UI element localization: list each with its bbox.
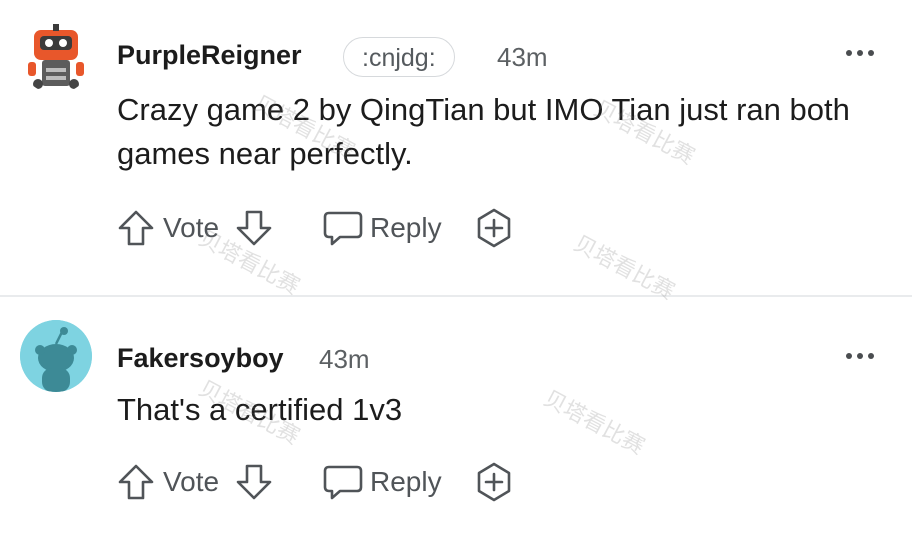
comment-1: PurpleReigner :cnjdg: 43m Crazy game 2 b… — [0, 0, 912, 296]
downvote-arrow-icon — [236, 464, 272, 500]
reply-button[interactable]: Reply — [322, 462, 442, 502]
comment-divider — [0, 295, 912, 297]
comment-body: Crazy game 2 by QingTian but IMO Tian ju… — [117, 92, 850, 171]
comment-body: That's a certified 1v3 — [117, 392, 403, 427]
user-avatar-snoo[interactable] — [20, 320, 92, 392]
downvote-button[interactable] — [235, 462, 273, 502]
award-button[interactable] — [473, 462, 515, 502]
more-options-icon[interactable] — [842, 46, 878, 60]
user-avatar-robot[interactable] — [20, 22, 92, 94]
upvote-button[interactable] — [117, 462, 155, 502]
downvote-arrow-icon — [236, 210, 272, 246]
reply-bubble-icon — [323, 211, 363, 246]
reply-button[interactable]: Reply — [322, 208, 442, 248]
award-plus-icon — [477, 208, 511, 248]
user-flair: :cnjdg: — [343, 37, 455, 77]
upvote-arrow-icon — [118, 464, 154, 500]
timestamp: 43m — [497, 42, 548, 72]
more-options-icon[interactable] — [842, 349, 878, 363]
timestamp: 43m — [319, 344, 370, 374]
username[interactable]: Fakersoyboy — [117, 343, 284, 374]
comment-actions: Vote Reply — [117, 462, 537, 502]
award-button[interactable] — [473, 208, 515, 248]
vote-label: Vote — [163, 212, 220, 243]
downvote-button[interactable] — [235, 208, 273, 248]
reply-bubble-icon — [323, 465, 363, 500]
award-plus-icon — [477, 462, 511, 502]
username[interactable]: PurpleReigner — [117, 40, 302, 71]
upvote-arrow-icon — [118, 210, 154, 246]
vote-label: Vote — [163, 466, 220, 497]
comment-2: Fakersoyboy 43m That's a certified 1v3 V… — [0, 298, 912, 549]
comment-actions: Vote Reply — [117, 208, 537, 248]
upvote-button[interactable] — [117, 208, 155, 248]
